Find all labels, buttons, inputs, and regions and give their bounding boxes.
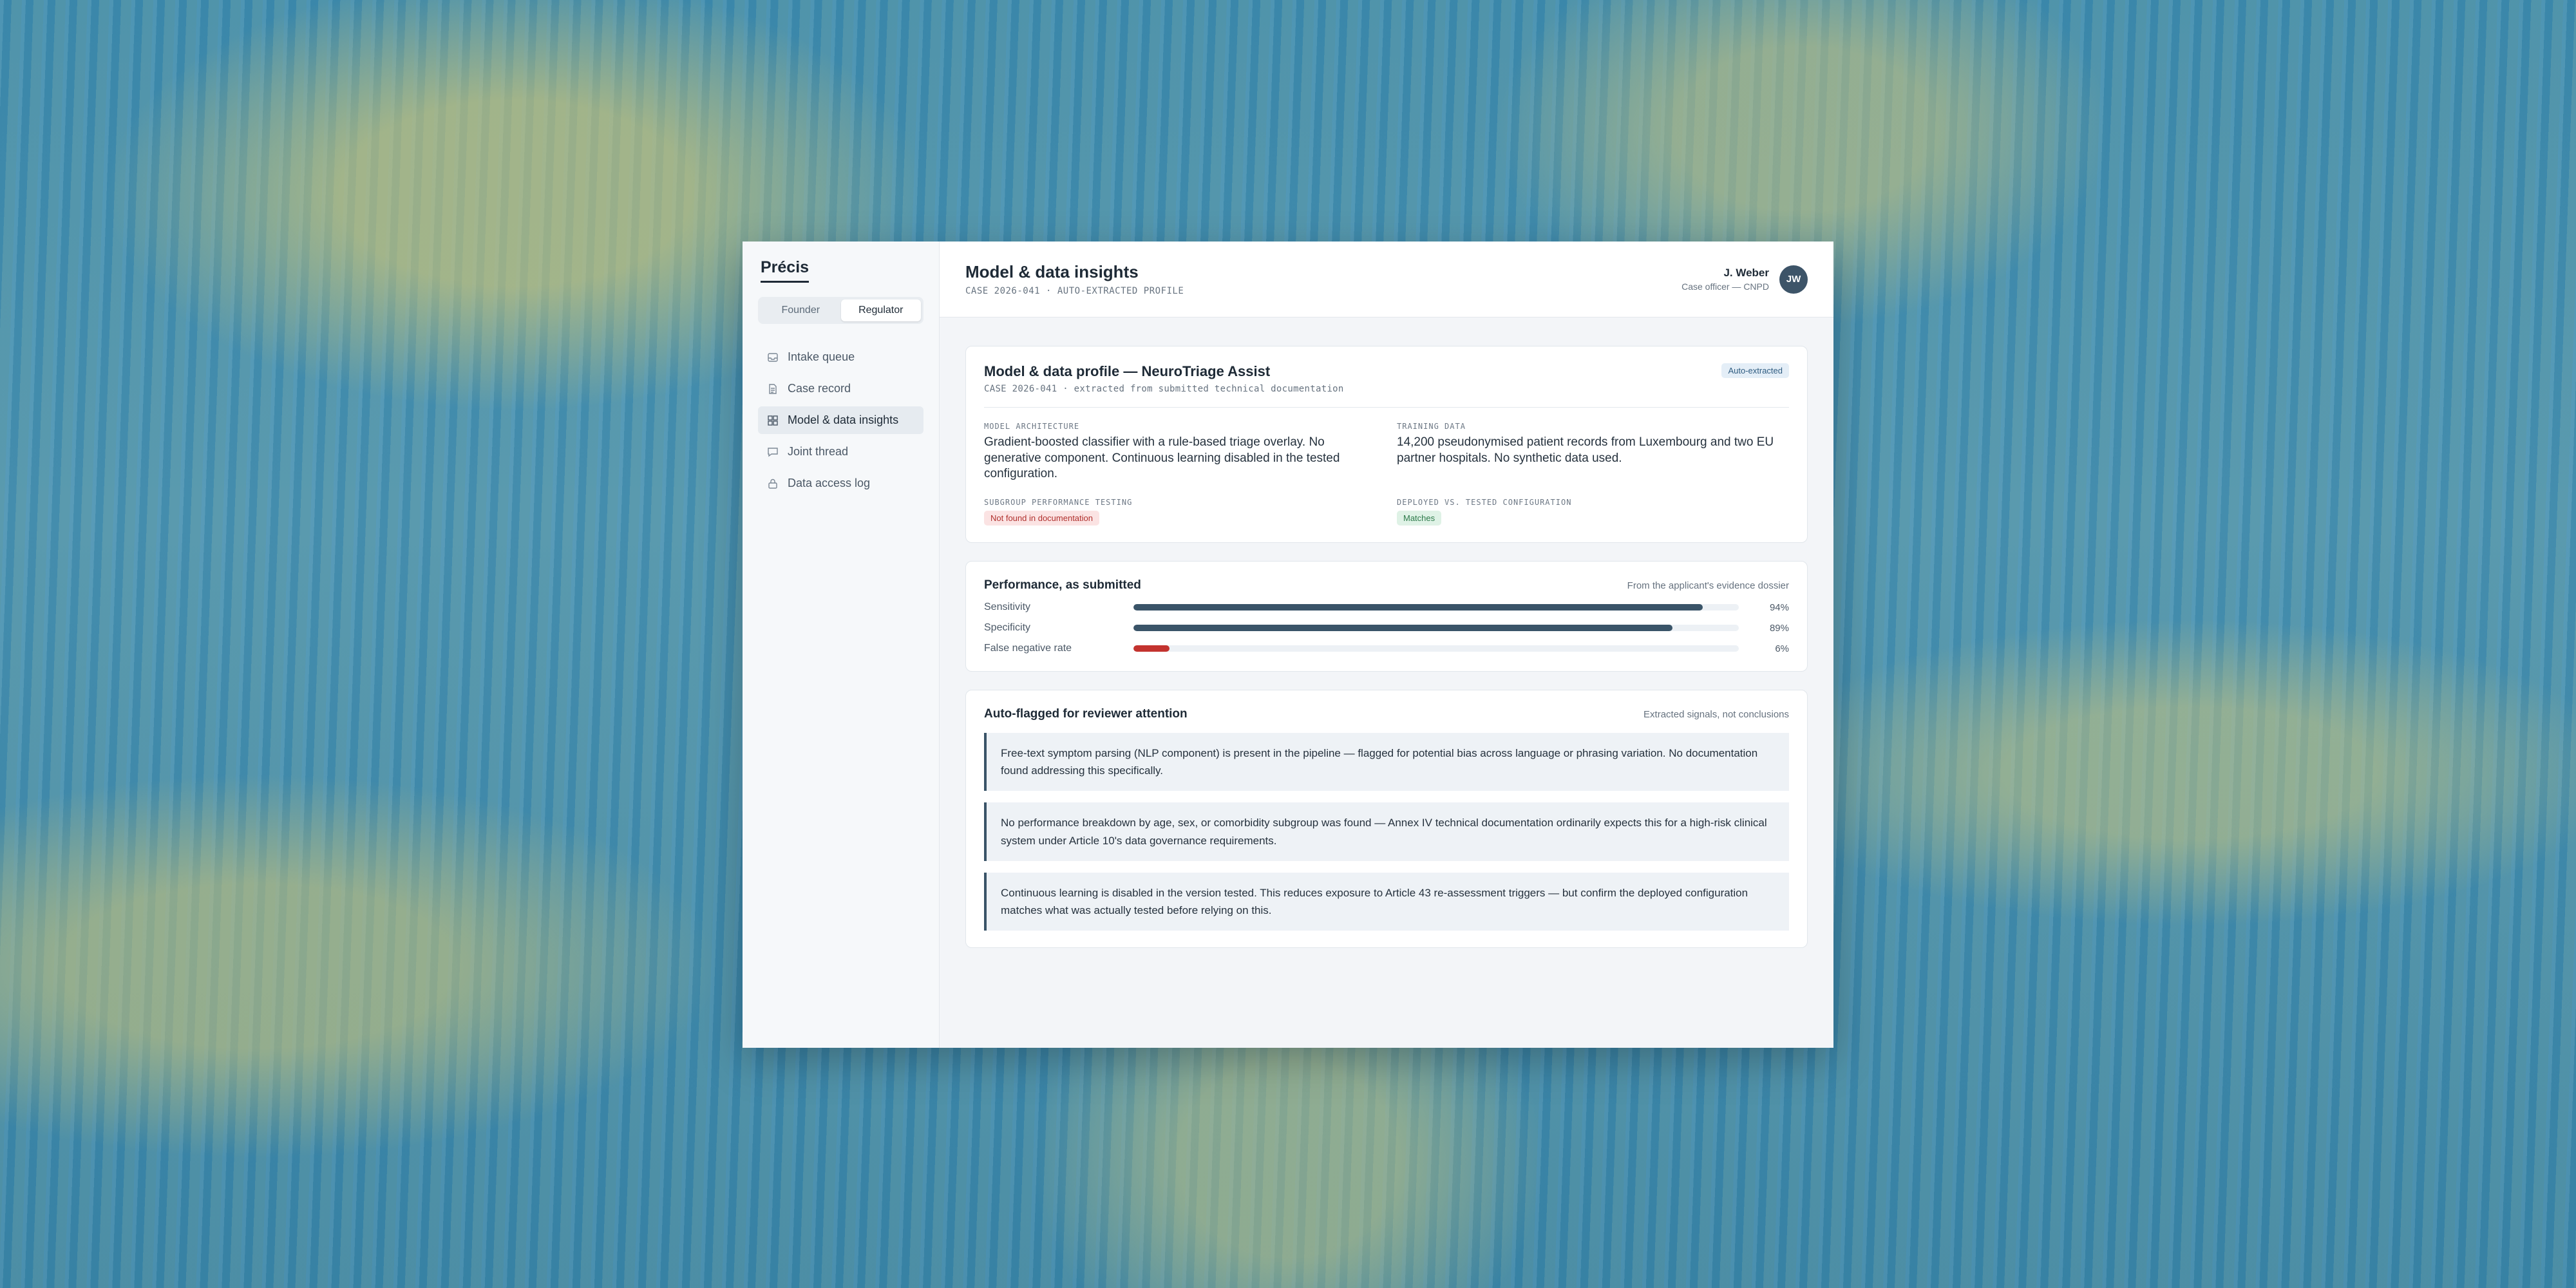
metric-value: 94%	[1769, 601, 1789, 613]
sidebar-item-joint-thread[interactable]: Joint thread	[758, 438, 923, 466]
avatar[interactable]: JW	[1779, 265, 1808, 294]
metric-label: Specificity	[984, 622, 1031, 634]
metric-row: Sensitivity 94%	[984, 601, 1789, 613]
metric-bar-track	[1133, 625, 1739, 632]
flags-title: Auto-flagged for reviewer attention	[984, 707, 1188, 721]
metric-value: 6%	[1775, 643, 1789, 654]
role-founder-button[interactable]: Founder	[761, 299, 841, 321]
metric-bar-track	[1133, 604, 1739, 611]
sidebar-item-label: Case record	[788, 382, 851, 395]
content-area: Model & data profile — NeuroTriage Assis…	[940, 317, 1833, 966]
profile-subtitle: CASE 2026-041 · extracted from submitted…	[984, 384, 1344, 394]
chat-icon	[768, 447, 778, 457]
user-role: Case officer — CNPD	[1681, 281, 1769, 292]
subgroup-testing-field: SUBGROUP PERFORMANCE TESTING Not found i…	[984, 498, 1376, 526]
inbox-icon	[768, 352, 778, 362]
sidebar-item-model-data-insights[interactable]: Model & data insights	[758, 406, 923, 434]
role-regulator-button[interactable]: Regulator	[840, 299, 921, 321]
brand-logo: Précis	[761, 258, 810, 283]
metrics-list: Sensitivity 94% Specificity 89% False ne…	[984, 601, 1789, 654]
flag-item: Free-text symptom parsing (NLP component…	[984, 733, 1789, 791]
field-label: TRAINING DATA	[1397, 422, 1466, 431]
user-name: J. Weber	[1723, 267, 1769, 279]
sidebar-item-label: Model & data insights	[788, 413, 899, 426]
profile-title: Model & data profile — NeuroTriage Assis…	[984, 363, 1271, 379]
flags-card: Auto-flagged for reviewer attention Extr…	[965, 690, 1808, 949]
page-subtitle: CASE 2026-041 · AUTO-EXTRACTED PROFILE	[965, 286, 1184, 296]
deployed-config-field: DEPLOYED VS. TESTED CONFIGURATION Matche…	[1397, 498, 1789, 526]
sidebar-item-label: Joint thread	[788, 445, 849, 458]
field-value: Gradient-boosted classifier with a rule-…	[984, 435, 1340, 481]
sidebar-item-label: Intake queue	[788, 350, 855, 363]
main-panel: Model & data insights CASE 2026-041 · AU…	[940, 242, 1833, 1048]
metric-label: False negative rate	[984, 643, 1072, 654]
metric-bar-fill	[1133, 625, 1672, 632]
status-badge: Not found in documentation	[984, 511, 1099, 526]
app-window: Précis Founder Regulator Intake queue Ca…	[743, 242, 1833, 1048]
profile-card: Model & data profile — NeuroTriage Assis…	[965, 346, 1808, 544]
performance-note: From the applicant's evidence dossier	[1627, 580, 1789, 591]
divider	[984, 407, 1789, 408]
auto-extracted-badge: Auto-extracted	[1721, 363, 1789, 378]
page-header: Model & data insights CASE 2026-041 · AU…	[940, 242, 1833, 317]
sidebar-item-data-access-log[interactable]: Data access log	[758, 469, 923, 497]
field-label: DEPLOYED VS. TESTED CONFIGURATION	[1397, 498, 1572, 507]
sidebar-item-case-record[interactable]: Case record	[758, 375, 923, 402]
sidebar-item-label: Data access log	[788, 477, 871, 489]
status-badge: Matches	[1397, 511, 1442, 526]
document-icon	[769, 383, 777, 394]
page-title: Model & data insights	[965, 262, 1139, 281]
metric-label: Sensitivity	[984, 601, 1031, 613]
metric-bar-track	[1133, 645, 1739, 652]
field-label: MODEL ARCHITECTURE	[984, 422, 1080, 431]
performance-title: Performance, as submitted	[984, 578, 1141, 592]
field-value: 14,200 pseudonymised patient records fro…	[1397, 435, 1774, 465]
user-menu[interactable]: J. Weber Case officer — CNPD JW	[1681, 265, 1808, 294]
metric-row: Specificity 89%	[984, 622, 1789, 634]
metric-bar-fill	[1133, 645, 1170, 652]
flag-item: No performance breakdown by age, sex, or…	[984, 802, 1789, 861]
model-architecture-field: MODEL ARCHITECTURE Gradient-boosted clas…	[984, 422, 1376, 482]
metric-bar-fill	[1133, 604, 1703, 611]
metric-row: False negative rate 6%	[984, 643, 1789, 654]
sidebar: Précis Founder Regulator Intake queue Ca…	[743, 242, 940, 1048]
training-data-field: TRAINING DATA 14,200 pseudonymised patie…	[1397, 422, 1789, 482]
role-switcher: Founder Regulator	[758, 297, 923, 324]
field-label: SUBGROUP PERFORMANCE TESTING	[984, 498, 1133, 507]
lock-icon	[768, 478, 777, 489]
grid-icon	[768, 415, 778, 426]
metric-value: 89%	[1769, 622, 1789, 634]
performance-card: Performance, as submitted From the appli…	[965, 561, 1808, 672]
sidebar-item-intake-queue[interactable]: Intake queue	[758, 343, 923, 371]
flag-item: Continuous learning is disabled in the v…	[984, 872, 1789, 931]
flags-note: Extracted signals, not conclusions	[1643, 708, 1789, 720]
